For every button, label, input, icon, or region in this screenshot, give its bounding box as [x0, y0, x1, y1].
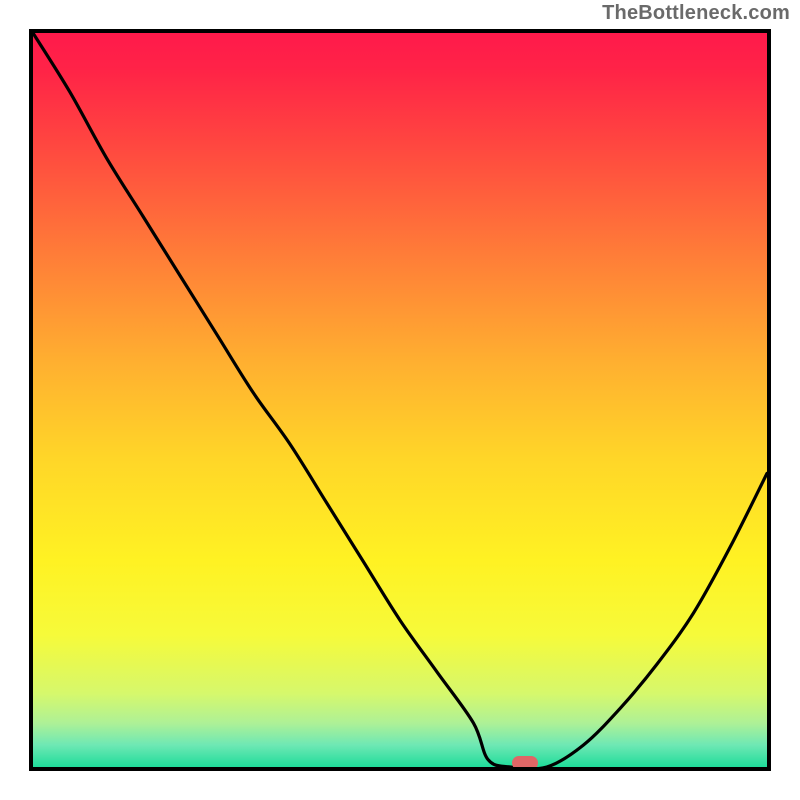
optimal-point-marker	[512, 756, 538, 770]
chart-frame	[29, 29, 771, 771]
bottleneck-curve	[33, 33, 767, 767]
watermark-text: TheBottleneck.com	[602, 2, 790, 25]
